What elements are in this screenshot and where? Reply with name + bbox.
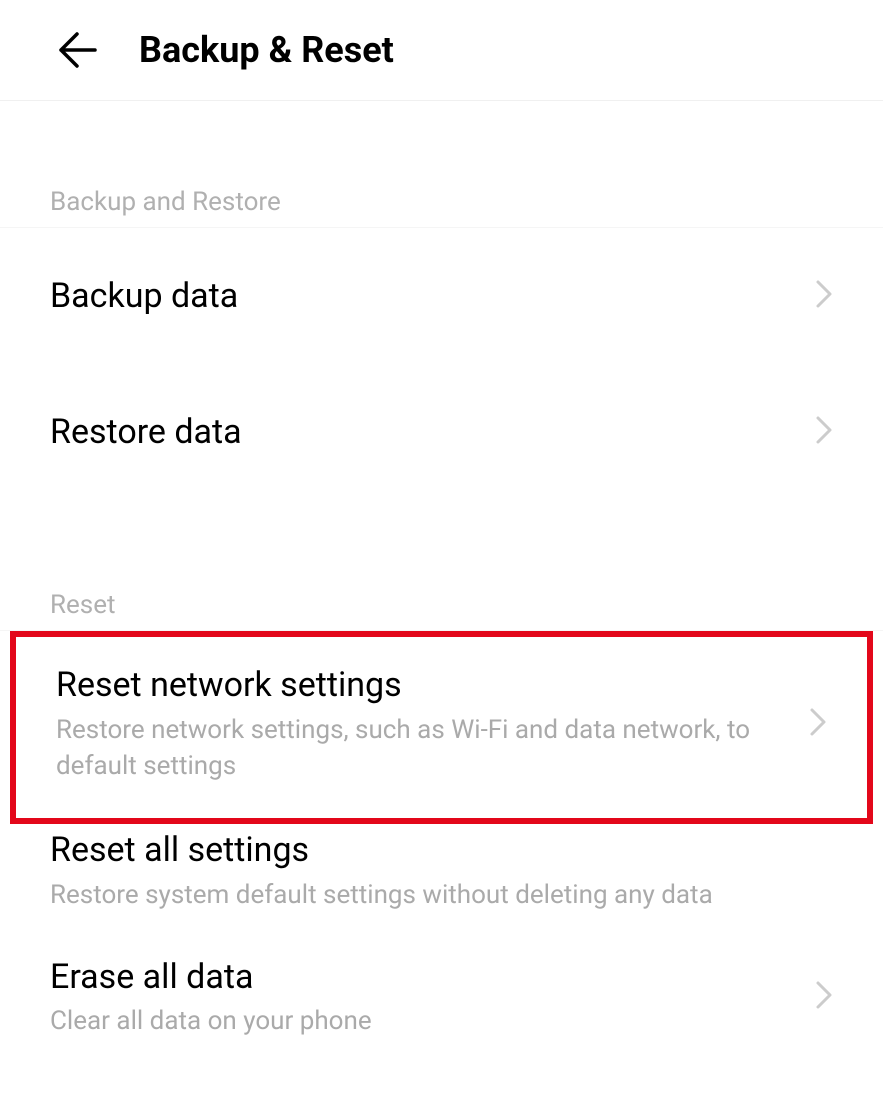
list-item-title: Restore data (50, 410, 799, 454)
list-item-title: Reset all settings (50, 828, 833, 872)
list-item-text: Erase all data Clear all data on your ph… (50, 955, 799, 1040)
list-item-text: Reset all settings Restore system defaul… (50, 828, 833, 913)
list-item-subtitle: Clear all data on your phone (50, 1003, 799, 1039)
content: Backup and Restore Backup data Restore d… (0, 187, 883, 1064)
list-item-text: Backup data (50, 274, 799, 318)
list-item-title: Backup data (50, 274, 799, 318)
item-restore-data[interactable]: Restore data (0, 364, 883, 500)
item-reset-all-settings[interactable]: Reset all settings Restore system defaul… (0, 824, 883, 931)
chevron-right-icon (809, 707, 827, 741)
header: Backup & Reset (0, 0, 883, 101)
item-backup-data[interactable]: Backup data (0, 228, 883, 364)
chevron-right-icon (815, 279, 833, 313)
list-item-text: Reset network settings Restore network s… (56, 663, 793, 784)
chevron-right-icon (815, 980, 833, 1014)
item-reset-network-settings[interactable]: Reset network settings Restore network s… (10, 631, 873, 824)
section-header-backup: Backup and Restore (0, 187, 883, 228)
page-title: Backup & Reset (139, 29, 394, 71)
list-item-subtitle: Restore system default settings without … (50, 877, 833, 913)
section-header-reset: Reset (0, 590, 883, 631)
arrow-left-icon (55, 28, 99, 72)
list-item-subtitle: Restore network settings, such as Wi-Fi … (56, 712, 793, 785)
list-item-text: Restore data (50, 410, 799, 454)
list-item-title: Reset network settings (56, 663, 793, 707)
list-item-title: Erase all data (50, 955, 799, 999)
item-erase-all-data[interactable]: Erase all data Clear all data on your ph… (0, 931, 883, 1064)
chevron-right-icon (815, 415, 833, 449)
back-button[interactable] (55, 28, 99, 72)
